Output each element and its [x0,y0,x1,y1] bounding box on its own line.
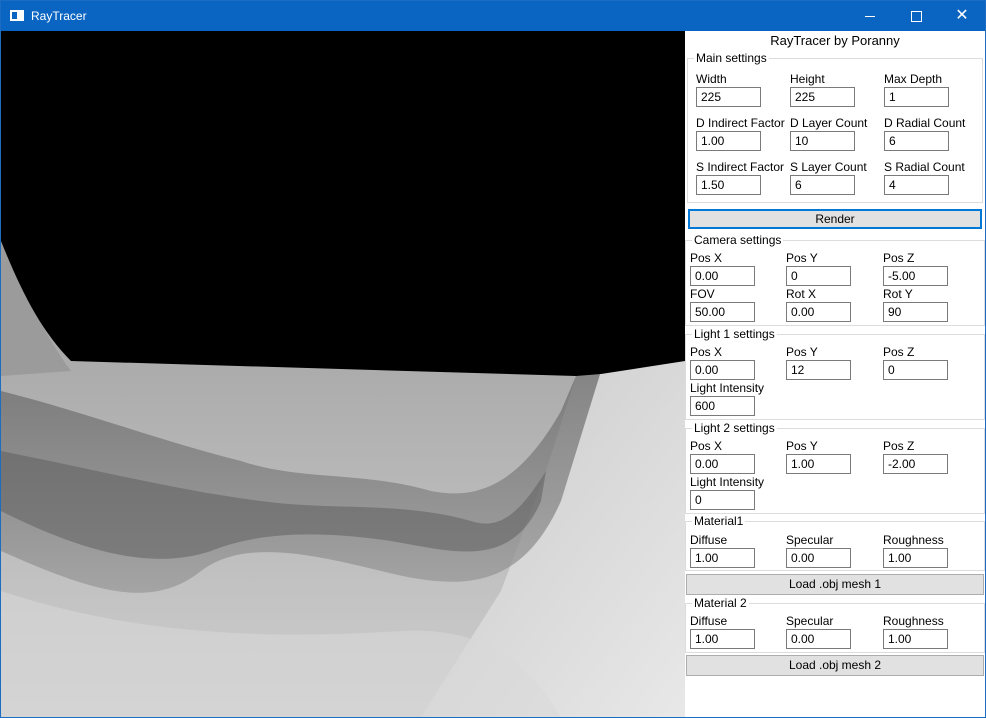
camera-fov-input[interactable]: 50.00 [690,302,755,322]
height-label: Height [790,72,825,86]
d-layer-count-label: D Layer Count [790,116,868,130]
render-viewport [1,31,685,717]
light1-pos-z-label: Pos Z [883,345,915,359]
light2-pos-x-label: Pos X [690,439,723,453]
material1-specular-label: Specular [786,533,834,547]
light2-settings-legend: Light 2 settings [692,421,777,435]
height-input[interactable]: 225 [790,87,855,107]
light1-pos-x-label: Pos X [690,345,723,359]
app-window-icon [10,10,24,21]
material2-legend: Material 2 [692,596,749,610]
camera-settings-legend: Camera settings [692,233,784,247]
close-button[interactable]: ✕ [939,1,985,31]
d-layer-count-input[interactable]: 10 [790,131,855,151]
max-depth-input[interactable]: 1 [884,87,949,107]
camera-pos-y-label: Pos Y [786,251,818,265]
material2-diffuse-label: Diffuse [690,614,728,628]
main-settings-legend: Main settings [694,51,769,65]
s-indirect-factor-label: S Indirect Factor [696,160,785,174]
render-button[interactable]: Render [688,209,982,229]
camera-pos-x-label: Pos X [690,251,723,265]
s-radial-count-input[interactable]: 4 [884,175,949,195]
maximize-icon [910,10,922,22]
light1-pos-x-input[interactable]: 0.00 [690,360,755,380]
camera-rot-x-input[interactable]: 0.00 [786,302,851,322]
d-indirect-factor-label: D Indirect Factor [696,116,785,130]
settings-panel: RayTracer by Poranny Main settings Width… [685,31,985,717]
material1-diffuse-input[interactable]: 1.00 [690,548,755,568]
light1-pos-y-input[interactable]: 12 [786,360,851,380]
width-label: Width [696,72,727,86]
load-mesh1-button[interactable]: Load .obj mesh 1 [686,574,984,595]
light2-pos-y-input[interactable]: 1.00 [786,454,851,474]
camera-rot-y-label: Rot Y [883,287,913,301]
d-radial-count-label: D Radial Count [884,116,966,130]
d-radial-count-input[interactable]: 6 [884,131,949,151]
camera-pos-y-input[interactable]: 0 [786,266,851,286]
camera-pos-z-label: Pos Z [883,251,915,265]
light2-pos-y-label: Pos Y [786,439,818,453]
material1-legend: Material1 [692,514,746,528]
material1-specular-input[interactable]: 0.00 [786,548,851,568]
light1-settings-legend: Light 1 settings [692,327,777,341]
camera-rot-x-label: Rot X [786,287,817,301]
s-layer-count-label: S Layer Count [790,160,867,174]
close-icon: ✕ [955,7,969,24]
light2-pos-z-label: Pos Z [883,439,915,453]
width-input[interactable]: 225 [696,87,761,107]
light1-pos-z-input[interactable]: 0 [883,360,948,380]
material2-specular-input[interactable]: 0.00 [786,629,851,649]
light2-pos-x-input[interactable]: 0.00 [690,454,755,474]
material2-roughness-label: Roughness [883,614,944,628]
d-indirect-factor-input[interactable]: 1.00 [696,131,761,151]
camera-pos-x-input[interactable]: 0.00 [690,266,755,286]
material2-diffuse-input[interactable]: 1.00 [690,629,755,649]
minimize-button[interactable] [847,1,893,31]
max-depth-label: Max Depth [884,72,943,86]
light1-intensity-label: Light Intensity [690,381,765,395]
material1-roughness-input[interactable]: 1.00 [883,548,948,568]
material1-roughness-label: Roughness [883,533,944,547]
camera-rot-y-input[interactable]: 90 [883,302,948,322]
camera-fov-label: FOV [690,287,715,301]
s-layer-count-input[interactable]: 6 [790,175,855,195]
material1-diffuse-label: Diffuse [690,533,728,547]
maximize-button[interactable] [893,1,939,31]
light2-intensity-input[interactable]: 0 [690,490,755,510]
light2-pos-z-input[interactable]: -2.00 [883,454,948,474]
window-title: RayTracer [31,9,87,23]
camera-pos-z-input[interactable]: -5.00 [883,266,948,286]
minimize-icon [865,15,875,17]
light1-intensity-input[interactable]: 600 [690,396,755,416]
material2-specular-label: Specular [786,614,834,628]
s-indirect-factor-input[interactable]: 1.50 [696,175,761,195]
rendered-image [1,31,685,717]
light1-pos-y-label: Pos Y [786,345,818,359]
load-mesh2-button[interactable]: Load .obj mesh 2 [686,655,984,676]
light2-intensity-label: Light Intensity [690,475,765,489]
s-radial-count-label: S Radial Count [884,160,965,174]
material2-roughness-input[interactable]: 1.00 [883,629,948,649]
title-bar[interactable]: RayTracer ✕ [1,1,985,31]
panel-title: RayTracer by Poranny [770,33,900,48]
